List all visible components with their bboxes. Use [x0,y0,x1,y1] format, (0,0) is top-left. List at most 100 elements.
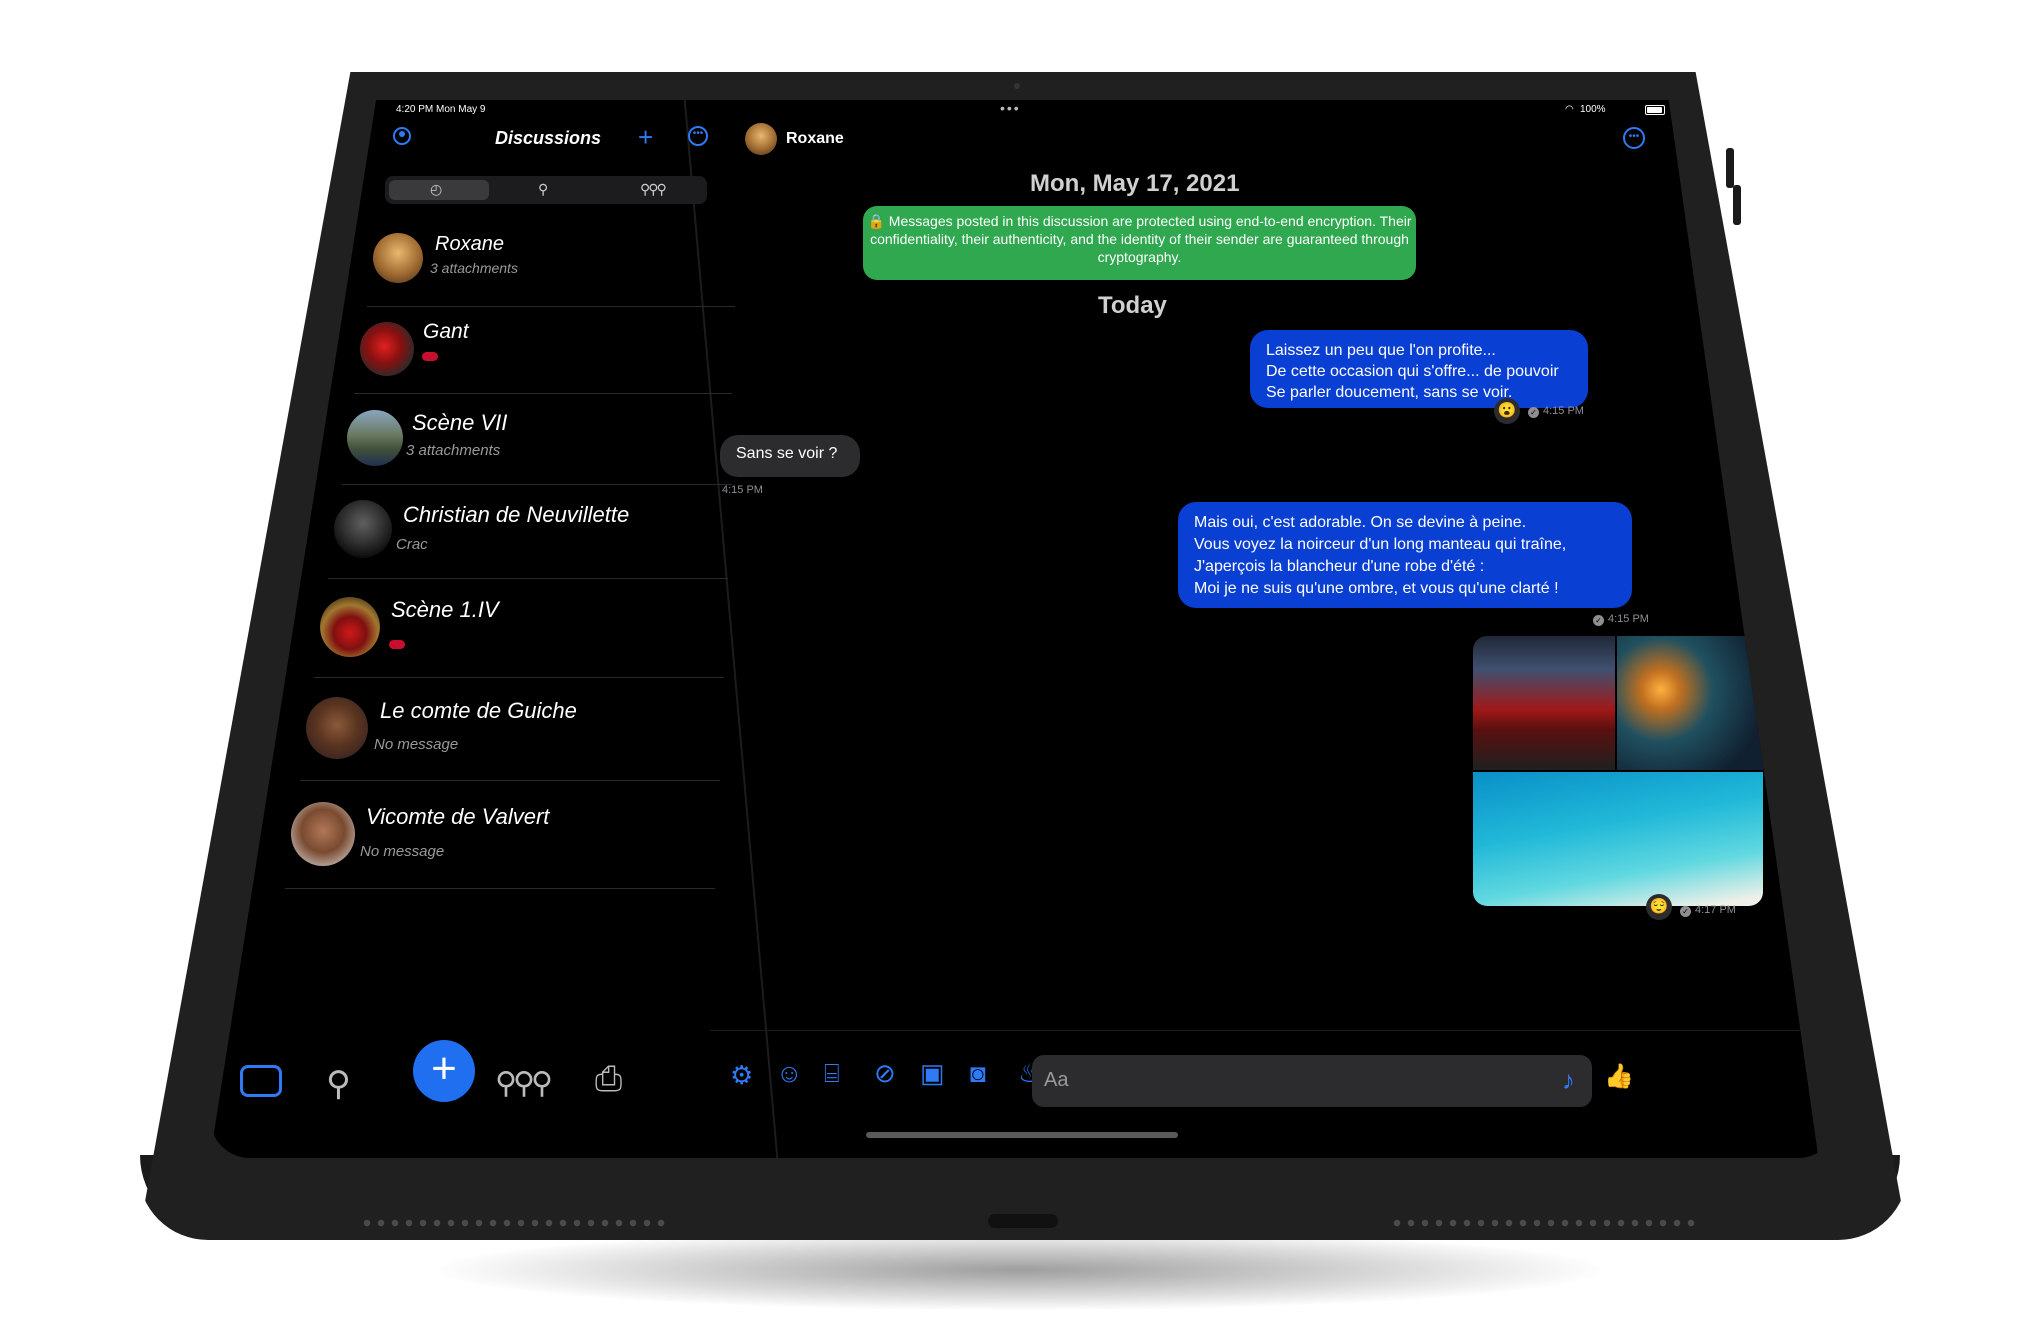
new-discussion-icon[interactable]: + [638,122,653,153]
usb-port [988,1214,1058,1228]
discussion-name: Christian de Neuvillette [403,502,630,527]
row-divider [342,484,732,485]
discussion-subtitle: 3 attachments [406,442,501,459]
row-divider [300,780,720,781]
discussion-name: Gant [423,320,469,343]
clock-icon[interactable]: ◴ [430,181,442,198]
boxing-glove-icon [389,640,405,649]
row-divider [367,306,735,307]
message-line: J'aperçois la blancheur d'une robe d'été… [1194,558,1485,575]
message-time: ✓ 4:17 PM [1680,904,1736,917]
camera-icon[interactable]: ◙ [970,1058,986,1089]
attachment-icon[interactable]: ⊘ [874,1058,896,1089]
discussion-filter-segmented-control: ◴ ⚲ ⚲⚲⚲ [385,176,707,204]
photo-icon[interactable]: ▣ [920,1058,945,1089]
settings-icon[interactable]: ⚙ [730,1060,753,1091]
profile-icon[interactable] [393,127,411,145]
message-time: 4:15 PM [722,484,763,496]
device-shadow [440,1230,1600,1310]
encryption-notice-line: 🔒 Messages posted in this discussion are… [867,213,1412,229]
new-button[interactable]: + [413,1040,475,1102]
multitasking-dots[interactable]: ••• [1000,100,1021,116]
group-icon[interactable]: ☺ [776,1058,803,1089]
discussion-subtitle: No message [360,843,445,860]
boxing-glove-icon [422,352,438,361]
discussions-tab-icon[interactable] [240,1065,282,1097]
groups-tab-icon[interactable]: ⚲⚲⚲ [495,1066,553,1101]
discussion-subtitle: No message [374,736,459,753]
home-indicator [866,1132,1178,1138]
camera [1014,83,1020,89]
outgoing-message[interactable]: Mais oui, c'est adorable. On se devine à… [1178,502,1632,608]
message-time-text: 4:15 PM [1543,405,1584,417]
discussion-subtitle: 3 attachments [430,260,518,276]
discussion-name: Scène 1.IV [391,597,499,622]
avatar [291,802,355,866]
avatar [306,697,368,759]
message-reaction[interactable]: 😮 [1494,398,1520,424]
message-time: ✓ 4:15 PM [1528,405,1584,418]
message-time: ✓ 4:15 PM [1593,613,1649,626]
avatar [334,500,392,558]
attachment-image-beach[interactable] [1473,772,1763,906]
discussion-name: Le comte de Guiche [380,698,577,723]
row-divider [285,888,715,889]
message-line: Laissez un peu que l'on profite... [1266,342,1496,359]
speaker-grille-right [1390,1218,1700,1228]
message-line: Mais oui, c'est adorable. On se devine à… [1194,514,1527,531]
person-icon[interactable]: ⚲ [538,181,548,198]
message-time-text: 4:17 PM [1695,904,1736,916]
avatar [347,410,403,466]
screen: 4:20 PM Mon May 9 ••• ◠ 100% Discussions… [210,100,1819,1158]
groups-icon[interactable]: ⚲⚲⚲ [640,181,667,198]
inbox-tab-icon[interactable]: ⎙ [595,1060,622,1099]
battery-icon [1645,105,1665,115]
incoming-message[interactable]: Sans se voir ? [720,435,860,477]
message-reaction[interactable]: 😌 [1646,894,1672,920]
avatar [320,597,380,657]
avatar [373,233,423,283]
contact-avatar[interactable] [745,123,777,155]
row-divider [328,578,728,579]
message-time-text: 4:15 PM [1608,613,1649,625]
image-attachments[interactable] [1473,636,1763,906]
microphone-icon[interactable]: ♪ [1562,1065,1575,1096]
row-divider [314,677,724,678]
like-button[interactable]: 👍 [1604,1062,1634,1091]
contacts-tab-icon[interactable]: ⚲ [326,1064,351,1104]
sidebar-title: Discussions [495,128,602,148]
date-header: Mon, May 17, 2021 [1030,170,1240,197]
composer-toolbar-divider [710,1030,1819,1031]
more-options-icon[interactable]: ••• [688,126,708,146]
message-line: Moi je ne suis qu'une ombre, et vous qu'… [1194,580,1559,597]
message-input[interactable]: Aa ♪ [1032,1055,1592,1107]
encryption-notice-line: confidentiality, their authenticity, and… [870,231,1409,247]
discussion-name: Vicomte de Valvert [366,804,550,829]
message-input-placeholder: Aa [1044,1069,1069,1091]
sidebar-separator [683,100,779,1158]
battery-level: 100% [1580,104,1606,115]
scan-icon[interactable]: ⌸ [824,1058,840,1090]
discussion-subtitle: Crac [396,536,428,553]
wifi-icon: ◠ [1565,104,1574,115]
message-line: De cette occasion qui s'offre... de pouv… [1266,363,1559,380]
volume-button [1733,185,1741,225]
outgoing-message[interactable]: Laissez un peu que l'on profite... De ce… [1250,330,1588,408]
avatar [360,322,414,376]
encryption-notice-line: cryptography. [1097,249,1182,265]
attachment-image-city[interactable] [1617,636,1763,770]
speaker-grille-left [360,1218,670,1228]
encryption-notice: 🔒 Messages posted in this discussion are… [863,206,1416,280]
delivered-check-icon: ✓ [1680,906,1691,917]
chat-options-icon[interactable]: ••• [1623,127,1645,149]
status-time: 4:20 PM Mon May 9 [396,104,486,115]
volume-button [1726,148,1734,188]
row-divider [354,393,732,394]
discussion-name: Roxane [435,233,504,255]
delivered-check-icon: ✓ [1593,615,1604,626]
message-line: Se parler doucement, sans se voir. [1266,384,1513,401]
delivered-check-icon: ✓ [1528,407,1539,418]
contact-name[interactable]: Roxane [786,130,844,148]
attachment-image-theater[interactable] [1473,636,1615,770]
discussion-name: Scène VII [412,410,508,435]
